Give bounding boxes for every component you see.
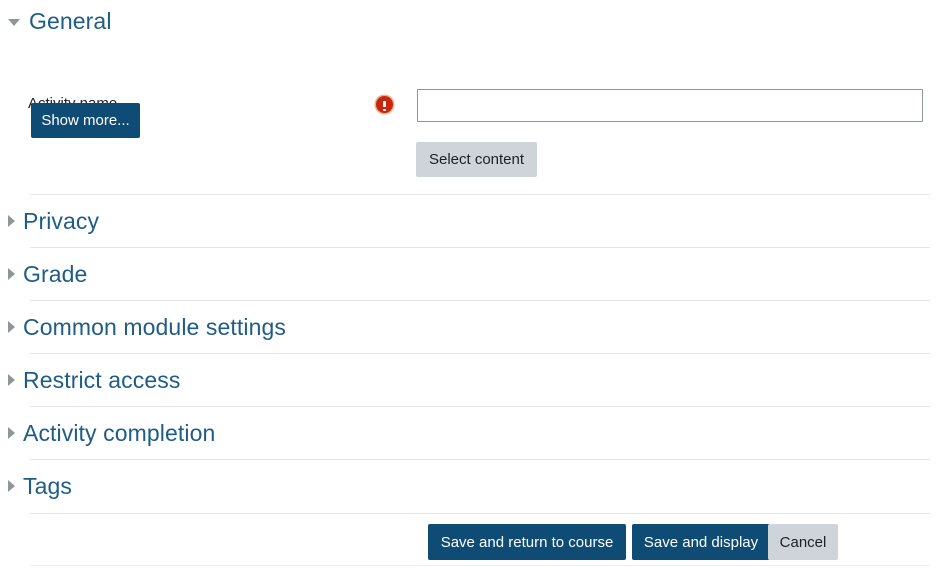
section-title-common-module-settings: Common module settings xyxy=(23,313,286,340)
chevron-down-icon[interactable] xyxy=(8,18,20,26)
section-title-restrict-access: Restrict access xyxy=(23,366,181,393)
chevron-right-icon[interactable] xyxy=(8,215,15,227)
cancel-button[interactable]: Cancel xyxy=(768,524,838,560)
select-content-button[interactable]: Select content xyxy=(416,142,537,177)
activity-settings-form: General Activity name Show more... Selec… xyxy=(0,0,937,568)
section-header-grade[interactable]: Grade xyxy=(8,247,930,300)
chevron-right-icon[interactable] xyxy=(8,480,15,492)
activity-name-input[interactable] xyxy=(417,89,923,122)
save-and-display-button[interactable]: Save and display xyxy=(632,524,770,560)
section-title-tags: Tags xyxy=(23,472,72,499)
section-general: General Activity name Show more... Selec… xyxy=(0,0,937,177)
show-more-button[interactable]: Show more... xyxy=(31,103,140,138)
section-title-grade: Grade xyxy=(23,260,88,287)
chevron-right-icon[interactable] xyxy=(8,427,15,439)
field-row-activity-name: Activity name xyxy=(0,42,937,122)
section-header-tags[interactable]: Tags xyxy=(8,459,930,512)
chevron-right-icon[interactable] xyxy=(8,321,15,333)
section-header-privacy[interactable]: Privacy xyxy=(8,194,930,247)
required-exclamation-icon xyxy=(376,96,393,113)
section-header-restrict-access[interactable]: Restrict access xyxy=(8,353,930,406)
section-title-privacy: Privacy xyxy=(23,207,100,234)
collapsed-sections-list: Privacy Grade Common module settings Res… xyxy=(0,194,937,512)
section-title-general: General xyxy=(29,7,112,34)
form-actions-bar: Save and return to course Save and displ… xyxy=(30,513,930,565)
chevron-right-icon[interactable] xyxy=(8,374,15,386)
section-header-common-module-settings[interactable]: Common module settings xyxy=(8,300,930,353)
chevron-right-icon[interactable] xyxy=(8,268,15,280)
section-title-activity-completion: Activity completion xyxy=(23,419,216,446)
section-header-general[interactable]: General xyxy=(0,0,937,42)
section-header-activity-completion[interactable]: Activity completion xyxy=(8,406,930,459)
save-and-return-to-course-button[interactable]: Save and return to course xyxy=(428,524,626,560)
page-bottom-divider xyxy=(30,565,930,566)
